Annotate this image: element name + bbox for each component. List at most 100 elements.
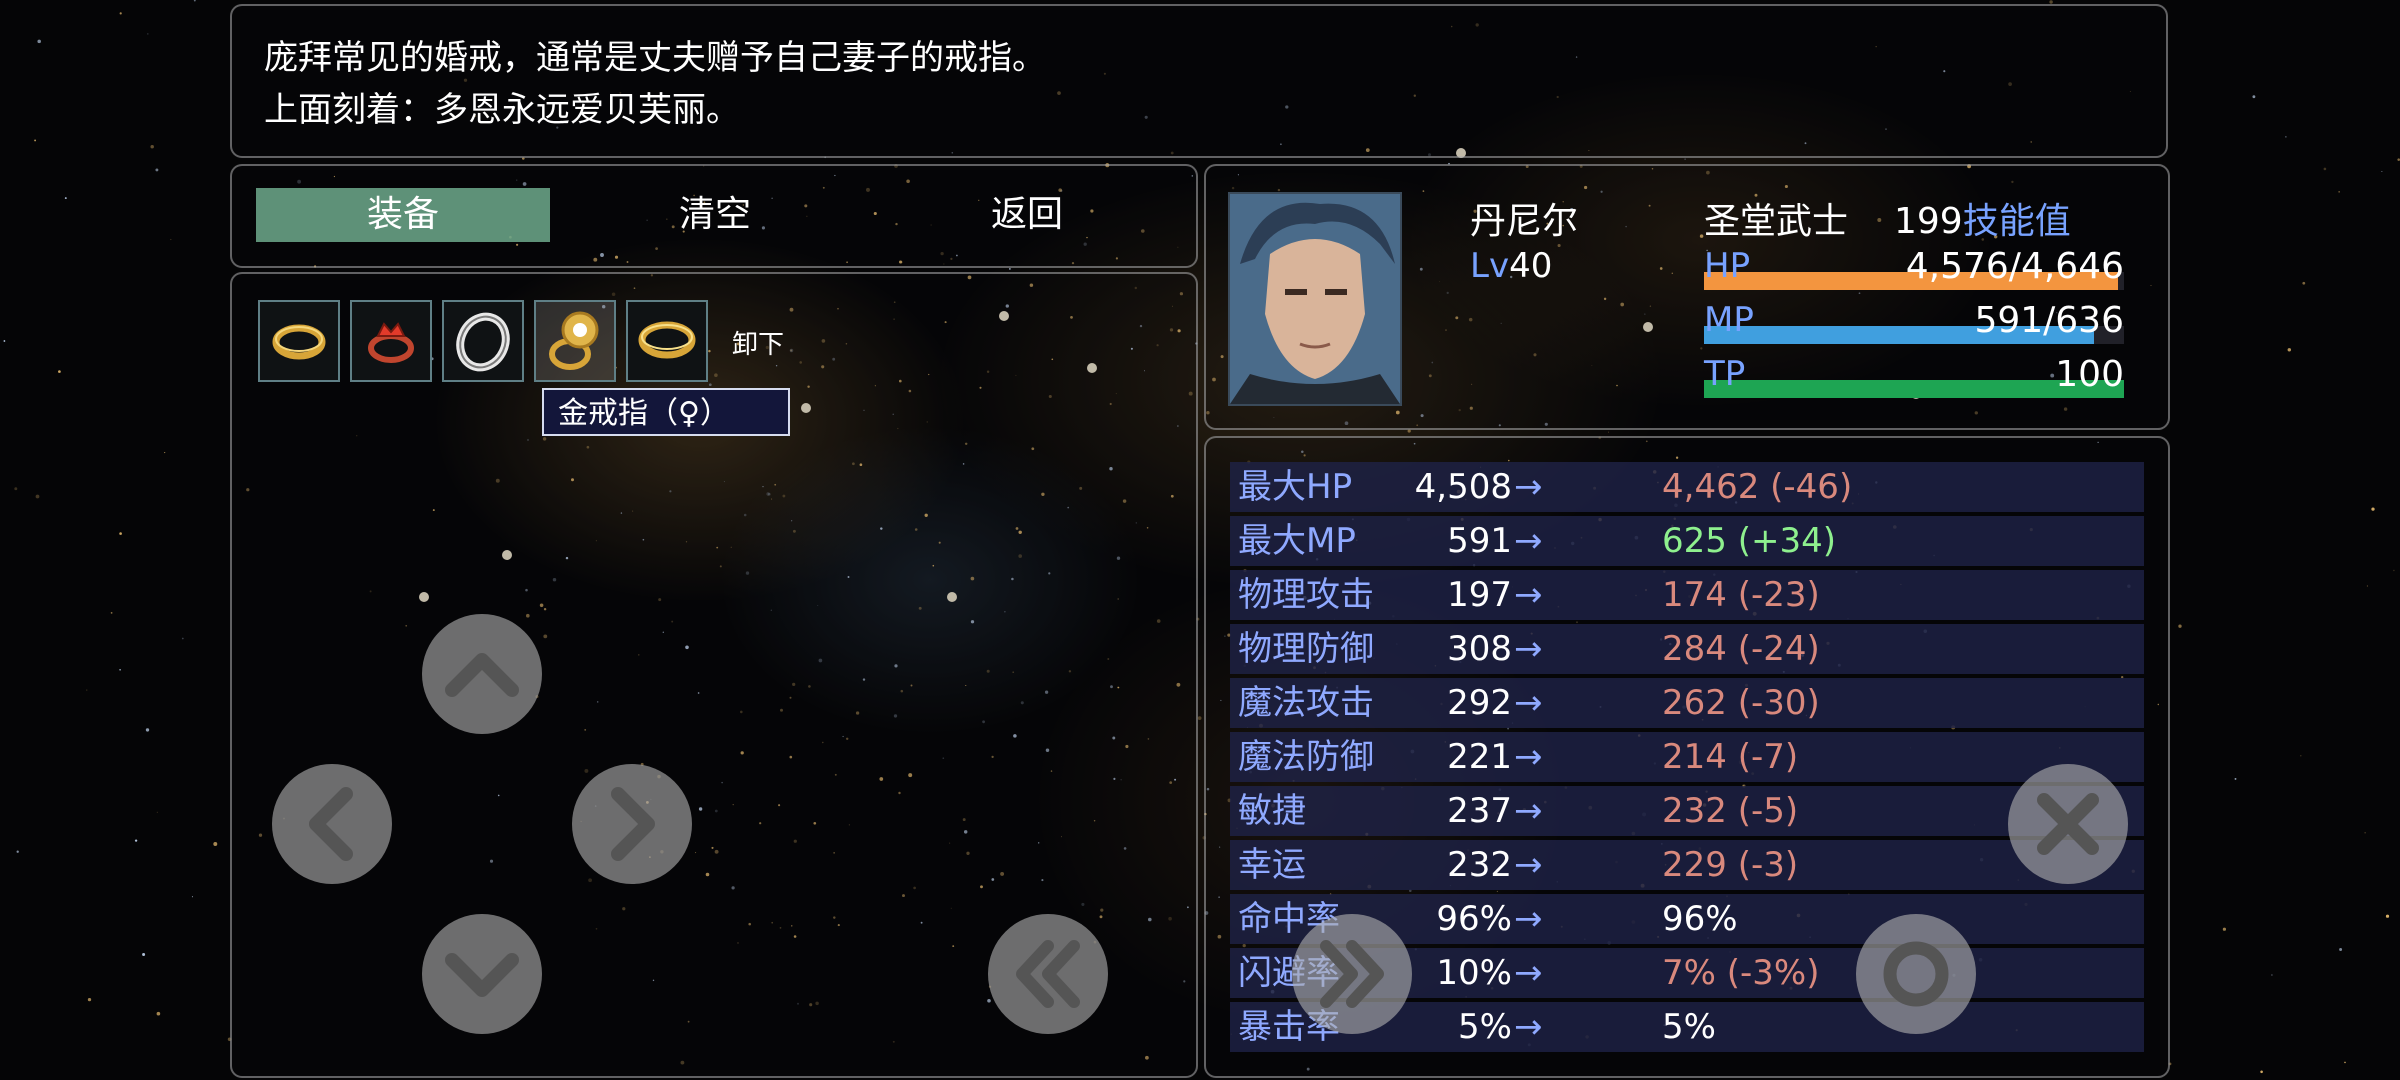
page-back-button[interactable] [988,914,1108,1034]
silver-ring-icon [456,312,510,372]
param-current-value: 308 [1447,629,1512,669]
param-name: 魔法防御 [1238,737,1374,777]
hp-label: HP [1704,246,1751,286]
param-row-luck: 幸运 232 → 229 (-3) [1230,840,2144,890]
param-row-agility: 敏捷 237 → 232 (-5) [1230,786,2144,836]
param-new-value: 262 (-30) [1662,683,1820,723]
hp-gauge: HP 4,576/4,646 [1704,246,2124,292]
param-row-magic-defense: 魔法防御 221 → 214 (-7) [1230,732,2144,782]
param-new-value: 625 (+34) [1662,521,1836,561]
help-window: 庞拜常见的婚戒，通常是丈夫赠予自己妻子的戒指。 上面刻着：多恩永远爱贝芙丽。 [230,4,2168,158]
ring-slot-1[interactable] [258,300,340,382]
param-row-magic-attack: 魔法攻击 292 → 262 (-30) [1230,678,2144,728]
param-current-value: 96% [1436,899,1512,939]
arrow-icon: → [1514,953,1543,993]
arrow-icon: → [1514,683,1543,723]
actor-name: 丹尼尔 [1470,201,1579,242]
actor-status-window: 丹尼尔 Lv40 圣堂武士 199技能值 HP 4,576/4,646 MP 5… [1204,164,2170,430]
ring-slot-2[interactable] [350,300,432,382]
param-name: 物理防御 [1238,629,1374,669]
chevron-left-icon [309,787,353,861]
actor-portrait [1228,192,1402,406]
double-chevron-left-icon [1016,940,1080,1008]
dpad-right-button[interactable] [572,764,692,884]
help-text-line-1: 庞拜常见的婚戒，通常是丈夫赠予自己妻子的戒指。 [264,38,1046,78]
gold-diamond-ring-icon [549,311,599,370]
arrow-icon: → [1514,575,1543,615]
param-name: 最大HP [1238,467,1353,507]
param-current-value: 232 [1447,845,1512,885]
param-current-value: 591 [1447,521,1512,561]
dpad-up-button[interactable] [422,614,542,734]
chevron-right-icon [611,787,655,861]
ring-slot-5[interactable] [626,300,708,382]
mp-gauge: MP 591/636 [1704,300,2124,346]
item-name-tooltip: 金戒指（♀） [542,388,790,436]
param-new-value: 174 (-23) [1662,575,1820,615]
close-icon [2037,793,2099,855]
param-current-value: 292 [1447,683,1512,723]
dpad-down-button[interactable] [422,914,542,1034]
arrow-icon: → [1514,845,1543,885]
gold-ring-icon [638,321,696,359]
param-new-value: 214 (-7) [1662,737,1799,777]
param-name: 最大MP [1238,521,1356,561]
unequip-label[interactable]: 卸下 [732,324,784,361]
param-name: 魔法攻击 [1238,683,1374,723]
actor-level: Lv40 [1470,246,1552,286]
param-row-physical-defense: 物理防御 308 → 284 (-24) [1230,624,2144,674]
arrow-icon: → [1514,737,1543,777]
param-row-max-mp: 最大MP 591 → 625 (+34) [1230,516,2144,566]
actor-skill-points: 199技能值 [1894,192,2071,244]
tp-label: TP [1704,354,1746,394]
param-new-value: 232 (-5) [1662,791,1799,831]
page-forward-button[interactable] [1292,914,1412,1034]
param-new-value: 96% [1662,899,1738,939]
clear-command[interactable]: 清空 [568,188,862,242]
param-current-value: 10% [1436,953,1512,993]
level-value: 40 [1509,246,1553,286]
tp-value: 100 [2055,354,2124,395]
arrow-icon: → [1514,791,1543,831]
param-new-value: 284 (-24) [1662,629,1820,669]
command-window: 装备 清空 返回 [230,164,1198,268]
skill-points-value: 199 [1894,201,1963,242]
skill-points-label: 技能值 [1962,201,2071,242]
arrow-icon: → [1514,899,1543,939]
double-chevron-right-icon [1320,940,1384,1008]
ok-button[interactable] [1856,914,1976,1034]
arrow-icon: → [1514,521,1543,561]
param-row-physical-attack: 物理攻击 197 → 174 (-23) [1230,570,2144,620]
param-name: 幸运 [1238,845,1306,885]
ring-slot-4[interactable] [534,300,616,382]
param-current-value: 197 [1447,575,1512,615]
back-command[interactable]: 返回 [880,188,1174,242]
gold-ring-icon [272,324,326,360]
param-new-value: 4,462 (-46) [1662,467,1853,507]
ok-circle-icon [1883,941,1949,1007]
chevron-up-icon [445,653,519,697]
param-current-value: 237 [1447,791,1512,831]
arrow-icon: → [1514,467,1543,507]
hp-value: 4,576/4,646 [1905,246,2124,287]
mp-label: MP [1704,300,1754,340]
param-row-max-hp: 最大HP 4,508 → 4,462 (-46) [1230,462,2144,512]
chevron-down-icon [445,953,519,997]
ring-slot-3[interactable] [442,300,524,382]
arrow-icon: → [1514,629,1543,669]
equip-command[interactable]: 装备 [256,188,550,242]
red-jewel-ring-icon [368,322,414,363]
cancel-button[interactable] [2008,764,2128,884]
param-current-value: 5% [1458,1007,1512,1047]
mp-value: 591/636 [1974,300,2124,341]
param-current-value: 4,508 [1414,467,1512,507]
param-new-value: 229 (-3) [1662,845,1799,885]
param-name: 敏捷 [1238,791,1306,831]
dpad-left-button[interactable] [272,764,392,884]
level-prefix: Lv [1470,246,1510,286]
param-new-value: 5% [1662,1007,1716,1047]
param-current-value: 221 [1447,737,1512,777]
actor-class: 圣堂武士 [1704,201,1849,242]
param-name: 物理攻击 [1238,575,1374,615]
help-text-line-2: 上面刻着：多恩永远爱贝芙丽。 [264,90,740,130]
